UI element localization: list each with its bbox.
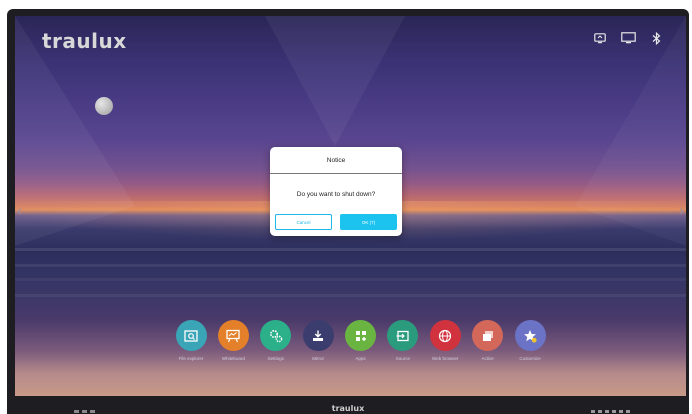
dock-app-file-explorer[interactable]: File explorer [173, 320, 209, 376]
front-button[interactable] [591, 410, 595, 413]
cancel-button[interactable]: Cancel [275, 214, 332, 230]
moon [95, 97, 113, 115]
windows-icon [472, 320, 504, 351]
dialog-divider [270, 173, 402, 174]
dock-app-label: File explorer [178, 356, 204, 361]
dialog-message: Do you want to shut down? [296, 191, 376, 198]
apps-grid-icon [345, 320, 376, 351]
front-button[interactable] [619, 410, 623, 413]
shutdown-dialog: Notice Do you want to shut down? Cancel … [270, 147, 402, 236]
footer-logo: traulux [331, 404, 365, 413]
front-button[interactable] [598, 410, 602, 413]
dock-app-label: Whiteboard [221, 356, 245, 361]
dock-app-web-browser[interactable]: Web browser [427, 320, 463, 376]
dock-app-label: Customize [519, 356, 541, 361]
dock-app-customize[interactable]: Customize [512, 320, 548, 376]
bluetooth-icon[interactable] [648, 30, 664, 46]
wave-line [15, 278, 686, 281]
dialog-title: Notice [326, 157, 346, 164]
folder-search-icon [175, 320, 207, 351]
front-button[interactable] [605, 410, 609, 413]
dock-app-label: Web browser [432, 356, 459, 361]
ok-button[interactable]: OK (7) [340, 214, 397, 230]
app-dock: File explorer Whiteboard Settings Mirror… [173, 320, 548, 376]
display-icon[interactable] [620, 30, 636, 46]
status-bar [592, 30, 664, 46]
gear-icon [260, 320, 292, 351]
dock-app-whiteboard[interactable]: Whiteboard [215, 320, 251, 376]
wave-line [15, 264, 686, 267]
screen-share-icon[interactable] [592, 30, 608, 46]
whiteboard-icon [217, 320, 249, 351]
traulux-logo: traulux [42, 29, 127, 53]
star-plus-icon [514, 320, 546, 351]
chevron-right-icon[interactable]: › [679, 202, 684, 218]
front-button[interactable] [626, 410, 630, 413]
dock-app-source[interactable]: Source [385, 320, 421, 376]
front-panel-controls-right[interactable] [591, 410, 630, 413]
wave-line [15, 248, 686, 251]
dock-app-apps[interactable]: Apps [343, 320, 379, 376]
dock-app-label: Active [481, 356, 494, 361]
globe-icon [429, 320, 461, 351]
dock-app-label: Mirror [312, 356, 324, 361]
dock-app-active[interactable]: Active [470, 320, 506, 376]
front-button[interactable] [612, 410, 616, 413]
wave-line [15, 294, 686, 297]
dock-app-settings[interactable]: Settings [258, 320, 294, 376]
display-footer-bezel: traulux [7, 397, 689, 414]
input-source-icon [387, 320, 419, 351]
download-tray-icon [302, 320, 334, 351]
dock-app-label: Source [395, 356, 410, 361]
dock-app-label: Apps [355, 356, 366, 361]
dock-app-mirror[interactable]: Mirror [300, 320, 336, 376]
dock-app-label: Settings [267, 356, 284, 361]
chevron-left-icon[interactable]: ‹ [17, 202, 22, 218]
